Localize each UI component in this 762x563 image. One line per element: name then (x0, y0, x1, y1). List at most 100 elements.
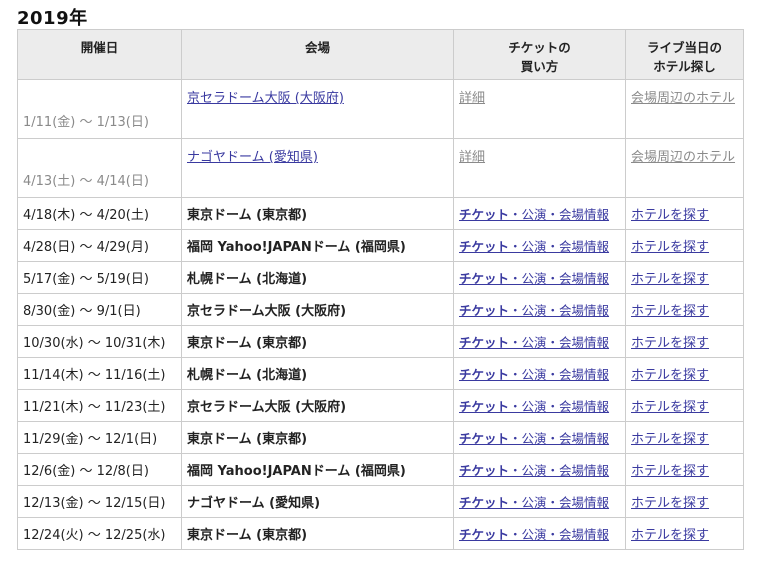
table-row-past: 4/13(土) 〜 4/14(日) ナゴヤドーム (愛知県) 詳細 会場周辺のホ… (17, 138, 744, 198)
ticket-cell: チケット・公演・会場情報 (453, 229, 626, 262)
table-row: 12/6(金) 〜 12/8(日) 福岡 Yahoo!JAPANドーム (福岡県… (17, 453, 744, 486)
ticket-cell: チケット・公演・会場情報 (453, 325, 626, 358)
ticket-cell: チケット・公演・会場情報 (453, 421, 626, 454)
ticket-info-link[interactable]: チケット・公演・会場情報 (459, 335, 609, 350)
find-hotel-link[interactable]: ホテルを探す (631, 464, 709, 479)
ticket-link-rest: ・公演・会場情報 (509, 399, 610, 414)
table-row: 5/17(金) 〜 5/19(日) 札幌ドーム (北海道) チケット・公演・会場… (17, 261, 744, 294)
hotel-cell: ホテルを探す (625, 293, 744, 326)
date-cell: 11/14(木) 〜 11/16(土) (17, 357, 182, 390)
date-cell: 5/17(金) 〜 5/19(日) (17, 261, 182, 294)
date-cell: 11/29(金) 〜 12/1(日) (17, 421, 182, 454)
hotel-cell: ホテルを探す (625, 389, 744, 422)
ticket-link-rest: ・公演・会場情報 (509, 367, 610, 382)
ticket-link-strong: チケット (459, 367, 510, 382)
hotel-cell: ホテルを探す (625, 485, 744, 518)
hotel-cell: 会場周辺のホテル (625, 138, 744, 198)
detail-link[interactable]: 詳細 (459, 91, 485, 106)
hotel-cell: ホテルを探す (625, 421, 744, 454)
find-hotel-link[interactable]: ホテルを探す (631, 240, 709, 255)
hotel-cell: ホテルを探す (625, 261, 744, 294)
ticket-info-link[interactable]: チケット・公演・会場情報 (459, 271, 609, 286)
ticket-link-rest: ・公演・会場情報 (509, 207, 610, 222)
venue-cell: 京セラドーム大阪 (大阪府) (181, 293, 454, 326)
venue-cell: 東京ドーム (東京都) (181, 517, 454, 550)
find-hotel-link[interactable]: ホテルを探す (631, 272, 709, 287)
table-row: 8/30(金) 〜 9/1(日) 京セラドーム大阪 (大阪府) チケット・公演・… (17, 293, 744, 326)
find-hotel-link[interactable]: ホテルを探す (631, 400, 709, 415)
ticket-link-rest: ・公演・会場情報 (509, 463, 610, 478)
date-cell: 10/30(水) 〜 10/31(木) (17, 325, 182, 358)
ticket-link-strong: チケット (459, 335, 510, 350)
date-cell: 8/30(金) 〜 9/1(日) (17, 293, 182, 326)
concert-schedule-table: 開催日 会場 チケットの 買い方 ライブ当日の ホテル探し 1/11(金) 〜 1/… (17, 29, 744, 550)
find-hotel-link[interactable]: ホテルを探す (631, 336, 709, 351)
venue-cell: 福岡 Yahoo!JAPANドーム (福岡県) (181, 453, 454, 486)
venue-cell: 東京ドーム (東京都) (181, 325, 454, 358)
ticket-link-rest: ・公演・会場情報 (509, 271, 610, 286)
venue-link[interactable]: ナゴヤドーム (愛知県) (187, 150, 318, 165)
venue-cell: 東京ドーム (東京都) (181, 421, 454, 454)
date-cell: 1/11(金) 〜 1/13(日) (17, 79, 182, 139)
find-hotel-link[interactable]: ホテルを探す (631, 528, 709, 543)
hotel-cell: 会場周辺のホテル (625, 79, 744, 139)
ticket-info-link[interactable]: チケット・公演・会場情報 (459, 527, 609, 542)
ticket-cell: チケット・公演・会場情報 (453, 517, 626, 550)
table-row-past: 1/11(金) 〜 1/13(日) 京セラドーム大阪 (大阪府) 詳細 会場周辺… (17, 79, 744, 139)
ticket-link-rest: ・公演・会場情報 (509, 431, 610, 446)
find-hotel-link[interactable]: ホテルを探す (631, 304, 709, 319)
ticket-info-link[interactable]: チケット・公演・会場情報 (459, 367, 609, 382)
date-cell: 4/28(日) 〜 4/29(月) (17, 229, 182, 262)
ticket-cell: チケット・公演・会場情報 (453, 453, 626, 486)
table-row: 4/18(木) 〜 4/20(土) 東京ドーム (東京都) チケット・公演・会場… (17, 197, 744, 230)
ticket-link-strong: チケット (459, 239, 510, 254)
ticket-info-link[interactable]: チケット・公演・会場情報 (459, 463, 609, 478)
ticket-cell: 詳細 (453, 138, 626, 198)
ticket-cell: チケット・公演・会場情報 (453, 197, 626, 230)
ticket-link-strong: チケット (459, 527, 510, 542)
find-hotel-link[interactable]: ホテルを探す (631, 208, 709, 223)
hotel-cell: ホテルを探す (625, 453, 744, 486)
ticket-link-rest: ・公演・会場情報 (509, 335, 610, 350)
table-row: 10/30(水) 〜 10/31(木) 東京ドーム (東京都) チケット・公演・… (17, 325, 744, 358)
ticket-link-strong: チケット (459, 495, 510, 510)
header-ticket: チケットの 買い方 (453, 29, 626, 80)
header-venue: 会場 (181, 29, 454, 80)
date-cell: 4/18(木) 〜 4/20(土) (17, 197, 182, 230)
venue-cell: 京セラドーム大阪 (大阪府) (181, 79, 454, 139)
venue-cell: 札幌ドーム (北海道) (181, 357, 454, 390)
table-row: 12/13(金) 〜 12/15(日) ナゴヤドーム (愛知県) チケット・公演… (17, 485, 744, 518)
venue-link[interactable]: 京セラドーム大阪 (大阪府) (187, 91, 344, 106)
year-title: 2019年 (17, 8, 88, 29)
nearby-hotel-link[interactable]: 会場周辺のホテル (631, 91, 735, 106)
ticket-info-link[interactable]: チケット・公演・会場情報 (459, 303, 609, 318)
ticket-cell: チケット・公演・会場情報 (453, 389, 626, 422)
date-cell: 12/24(火) 〜 12/25(水) (17, 517, 182, 550)
table-row: 12/24(火) 〜 12/25(水) 東京ドーム (東京都) チケット・公演・… (17, 517, 744, 550)
ticket-cell: チケット・公演・会場情報 (453, 261, 626, 294)
ticket-link-strong: チケット (459, 271, 510, 286)
nearby-hotel-link[interactable]: 会場周辺のホテル (631, 150, 735, 165)
venue-cell: 福岡 Yahoo!JAPANドーム (福岡県) (181, 229, 454, 262)
hotel-cell: ホテルを探す (625, 357, 744, 390)
table-row: 11/14(木) 〜 11/16(土) 札幌ドーム (北海道) チケット・公演・… (17, 357, 744, 390)
detail-link[interactable]: 詳細 (459, 150, 485, 165)
ticket-info-link[interactable]: チケット・公演・会場情報 (459, 399, 609, 414)
ticket-link-strong: チケット (459, 303, 510, 318)
find-hotel-link[interactable]: ホテルを探す (631, 496, 709, 511)
hotel-cell: ホテルを探す (625, 517, 744, 550)
find-hotel-link[interactable]: ホテルを探す (631, 432, 709, 447)
ticket-link-strong: チケット (459, 399, 510, 414)
find-hotel-link[interactable]: ホテルを探す (631, 368, 709, 383)
ticket-info-link[interactable]: チケット・公演・会場情報 (459, 431, 609, 446)
date-cell: 12/6(金) 〜 12/8(日) (17, 453, 182, 486)
ticket-info-link[interactable]: チケット・公演・会場情報 (459, 207, 609, 222)
ticket-info-link[interactable]: チケット・公演・会場情報 (459, 239, 609, 254)
ticket-link-rest: ・公演・会場情報 (509, 303, 610, 318)
ticket-info-link[interactable]: チケット・公演・会場情報 (459, 495, 609, 510)
venue-cell: ナゴヤドーム (愛知県) (181, 485, 454, 518)
header-date: 開催日 (17, 29, 182, 80)
hotel-cell: ホテルを探す (625, 325, 744, 358)
table-header-row: 開催日 会場 チケットの 買い方 ライブ当日の ホテル探し (17, 29, 744, 80)
ticket-link-strong: チケット (459, 463, 510, 478)
